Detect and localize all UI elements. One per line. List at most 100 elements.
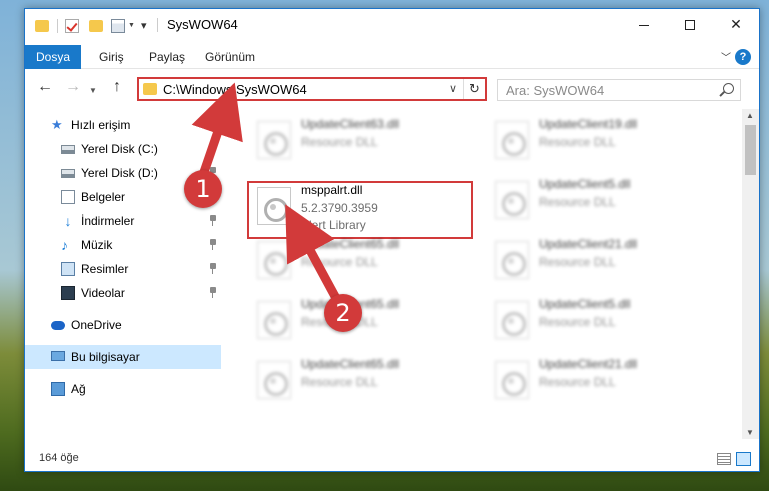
dll-file-icon: [257, 121, 291, 159]
tab-file[interactable]: Dosya: [25, 45, 81, 69]
sidebar-item-label: Müzik: [81, 238, 113, 252]
file-item[interactable]: UpdateClient21.dll Resource DLL: [485, 355, 705, 413]
step-badge-2: 2: [324, 294, 362, 332]
pin-icon[interactable]: [209, 143, 217, 155]
sidebar-item-label: Resimler: [81, 262, 129, 276]
videos-icon: [61, 286, 75, 300]
file-name: UpdateClient63.dll: [301, 117, 400, 131]
sidebar-item-this-pc[interactable]: Bu bilgisayar: [25, 345, 221, 369]
sidebar-item-label: Belgeler: [81, 190, 126, 204]
sidebar-item-music[interactable]: ♪ Müzik: [25, 233, 221, 257]
file-item[interactable]: UpdateClient63.dll Resource DLL: [247, 115, 467, 173]
navigation-pane: ★ Hızlı erişim Yerel Disk (C:) Yerel Dis…: [25, 109, 221, 439]
maximize-button[interactable]: [667, 9, 713, 39]
pictures-icon: [61, 262, 75, 276]
tab-view[interactable]: Görünüm: [205, 45, 255, 69]
new-folder-icon[interactable]: [89, 20, 103, 32]
cloud-icon: [51, 321, 65, 330]
close-button[interactable]: ✕: [713, 9, 759, 39]
pin-icon[interactable]: [209, 263, 217, 275]
file-item[interactable]: UpdateClient21.dll Resource DLL: [485, 235, 705, 293]
address-bar[interactable]: C:\Windows\SysWOW64 ∨ ↻: [137, 77, 487, 101]
sidebar-item-pictures[interactable]: Resimler: [25, 257, 221, 281]
file-item[interactable]: UpdateClient65.dll Resource DLL: [247, 235, 467, 293]
dll-file-icon: [495, 121, 529, 159]
file-name: UpdateClient65.dll: [301, 357, 400, 371]
sidebar-item-label: Yerel Disk (D:): [81, 166, 158, 180]
properties-icon[interactable]: [111, 19, 125, 33]
divider: [157, 18, 158, 32]
sidebar-item-label: Hızlı erişim: [71, 118, 131, 132]
ribbon-tabs: Dosya Giriş Paylaş Görünüm ﹀ ?: [25, 45, 759, 69]
help-button[interactable]: ?: [735, 49, 751, 65]
network-icon: [51, 382, 65, 396]
large-icons-view-icon[interactable]: [736, 452, 751, 466]
item-count: 164 öğe: [39, 452, 79, 464]
search-icon[interactable]: [723, 83, 734, 94]
file-item[interactable]: UpdateClient5.dll Resource DLL: [485, 175, 705, 233]
back-button[interactable]: ←: [37, 79, 53, 95]
explorer-window: ▼ ▾ SysWOW64 ✕ Dosya Giriş Paylaş Görünü…: [24, 8, 760, 472]
maximize-icon: [685, 20, 695, 31]
expand-ribbon-icon[interactable]: ﹀: [721, 49, 731, 64]
file-type: Resource DLL: [301, 135, 378, 149]
file-name: UpdateClient19.dll: [539, 117, 638, 131]
highlighted-file-item[interactable]: msppalrt.dll 5.2.3790.3959 Alert Library: [247, 181, 473, 239]
sidebar-item-quick-access[interactable]: ★ Hızlı erişim: [25, 113, 221, 137]
pin-icon[interactable]: [209, 239, 217, 251]
forward-button[interactable]: →: [65, 79, 81, 95]
chevron-down-icon[interactable]: ▼: [128, 22, 135, 38]
file-item: msppalrt.dll 5.2.3790.3959 Alert Library: [247, 181, 467, 239]
search-box[interactable]: Ara: SysWOW64: [497, 79, 741, 101]
file-name: UpdateClient21.dll: [539, 237, 638, 251]
scroll-down-icon[interactable]: ▼: [746, 428, 754, 437]
recent-locations-icon[interactable]: ▼: [89, 83, 97, 99]
star-icon: ★: [51, 117, 63, 132]
file-type: Resource DLL: [539, 135, 616, 149]
customize-toolbar-icon[interactable]: ▾: [141, 19, 147, 35]
file-item[interactable]: UpdateClient65.dll Resource DLL: [247, 355, 467, 413]
dll-file-icon: [257, 187, 291, 225]
file-description: Alert Library: [301, 218, 366, 232]
sidebar-item-disk-c[interactable]: Yerel Disk (C:): [25, 137, 221, 161]
minimize-button[interactable]: [621, 9, 667, 39]
address-path[interactable]: C:\Windows\SysWOW64: [163, 82, 307, 97]
search-input[interactable]: Ara: SysWOW64: [506, 83, 604, 98]
details-view-icon[interactable]: [717, 453, 731, 465]
file-item[interactable]: UpdateClient19.dll Resource DLL: [485, 115, 705, 173]
minimize-icon: [639, 24, 649, 26]
file-type: Resource DLL: [301, 375, 378, 389]
divider: [57, 19, 58, 33]
tab-share[interactable]: Paylaş: [149, 45, 185, 69]
sidebar-item-downloads[interactable]: ↓ İndirmeler: [25, 209, 221, 233]
scrollbar-thumb[interactable]: [745, 125, 756, 175]
download-icon: ↓: [64, 213, 72, 229]
file-item[interactable]: UpdateClient5.dll Resource DLL: [485, 295, 705, 353]
pin-icon[interactable]: [209, 287, 217, 299]
sidebar-item-label: Ağ: [71, 382, 86, 396]
scroll-up-icon[interactable]: ▲: [746, 111, 754, 120]
file-name: UpdateClient5.dll: [539, 297, 631, 311]
sidebar-item-videos[interactable]: Videolar: [25, 281, 221, 305]
sidebar-item-onedrive[interactable]: OneDrive: [25, 313, 221, 337]
disk-icon: [61, 145, 75, 154]
up-button[interactable]: ↑: [113, 79, 121, 95]
dll-file-icon: [495, 301, 529, 339]
file-type: Resource DLL: [539, 255, 616, 269]
refresh-button[interactable]: ↻: [463, 79, 485, 99]
file-list: UpdateClient63.dll Resource DLL UpdateCl…: [221, 109, 737, 439]
file-name: UpdateClient5.dll: [539, 177, 631, 191]
sidebar-item-label: OneDrive: [71, 318, 122, 332]
folder-icon[interactable]: [35, 20, 49, 32]
vertical-scrollbar[interactable]: ▲ ▼: [742, 109, 759, 439]
pin-icon[interactable]: [209, 215, 217, 227]
title-bar: ▼ ▾ SysWOW64 ✕: [25, 9, 759, 41]
tab-home[interactable]: Giriş: [99, 45, 124, 69]
address-dropdown-icon[interactable]: ∨: [449, 82, 457, 95]
sidebar-item-label: Yerel Disk (C:): [81, 142, 158, 156]
documents-icon: [61, 190, 75, 204]
folder-icon: [143, 83, 157, 95]
sidebar-item-network[interactable]: Ağ: [25, 377, 221, 401]
properties-check-icon[interactable]: [65, 19, 79, 33]
file-name: msppalrt.dll: [301, 183, 363, 197]
